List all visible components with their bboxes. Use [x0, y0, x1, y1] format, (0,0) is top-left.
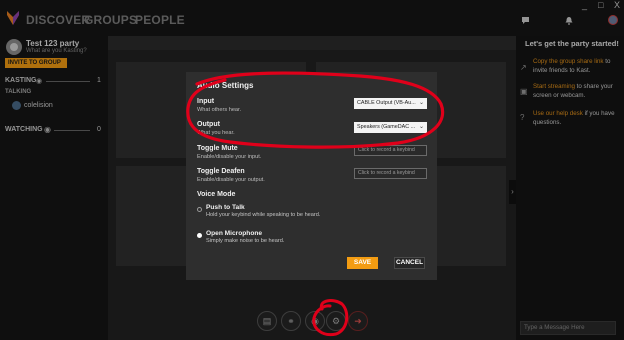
voice-mode-label: Voice Mode: [197, 191, 236, 198]
open-microphone-sub: Simply make noise to be heard.: [206, 238, 285, 244]
dialog-title: Audio Settings: [197, 81, 254, 90]
toggle-deafen-label: Toggle Deafen: [197, 168, 245, 175]
push-to-talk-radio[interactable]: [197, 207, 202, 212]
toggle-mute-label: Toggle Mute: [197, 145, 238, 152]
output-device-select[interactable]: Speakers (GameDAC ... ⌄: [354, 122, 427, 133]
toggle-mute-keybind[interactable]: Click to record a keybind: [354, 145, 427, 156]
open-microphone-radio[interactable]: [197, 233, 202, 238]
open-microphone-label[interactable]: Open Microphone: [206, 230, 262, 237]
input-device-value: CABLE Output (VB-Au...: [357, 100, 416, 106]
toggle-deafen-sub: Enable/disable your output.: [197, 177, 265, 183]
input-sub: What others hear.: [197, 107, 242, 113]
toggle-mute-sub: Enable/disable your input.: [197, 154, 262, 160]
push-to-talk-label[interactable]: Push to Talk: [206, 204, 245, 211]
cancel-button[interactable]: CANCEL: [394, 257, 425, 269]
push-to-talk-sub: Hold your keybind while speaking to be h…: [206, 212, 321, 218]
output-sub: What you hear.: [197, 130, 235, 136]
input-device-select[interactable]: CABLE Output (VB-Au... ⌄: [354, 98, 427, 109]
output-label: Output: [197, 121, 220, 128]
output-device-value: Speakers (GameDAC ...: [357, 124, 416, 130]
input-label: Input: [197, 98, 215, 105]
chevron-down-icon: ⌄: [418, 100, 424, 106]
chevron-down-icon: ⌄: [418, 124, 424, 130]
toggle-deafen-keybind[interactable]: Click to record a keybind: [354, 168, 427, 179]
kast-app: DISCOVER GROUPS PEOPLE _ □ X Test 123 pa…: [0, 0, 624, 340]
save-button[interactable]: SAVE: [347, 257, 378, 269]
